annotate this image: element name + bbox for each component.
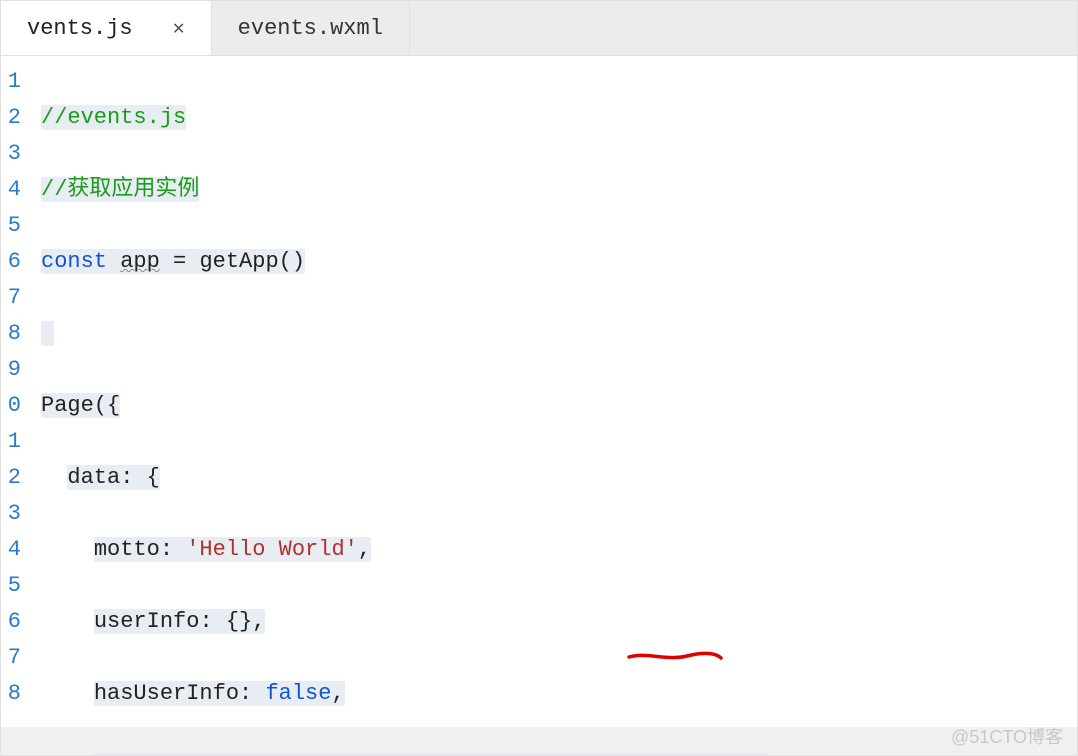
watermark: @51CTO博客	[951, 723, 1063, 749]
line-number: 7	[1, 280, 23, 316]
tab-events-wxml[interactable]: events.wxml	[212, 1, 410, 55]
app-window: vents.js ✕ events.wxml 1 2 3 4 5 6 7 8 9…	[0, 0, 1078, 756]
line-number: 8	[1, 676, 23, 712]
tab-events-js[interactable]: vents.js ✕	[1, 1, 212, 55]
close-icon[interactable]: ✕	[173, 15, 185, 41]
tab-label: events.wxml	[238, 16, 383, 41]
prop-hasuserinfo: hasUserInfo	[94, 681, 239, 706]
code-editor[interactable]: 1 2 3 4 5 6 7 8 9 0 1 2 3 4 5 6 7 8 //ev…	[1, 56, 1077, 727]
line-number-gutter: 1 2 3 4 5 6 7 8 9 0 1 2 3 4 5 6 7 8	[1, 56, 23, 727]
comment: //events.js	[41, 105, 186, 130]
comment: //获取应用实例	[41, 177, 199, 202]
line-number: 5	[1, 568, 23, 604]
code-text: Page({	[41, 393, 120, 418]
line-number: 6	[1, 604, 23, 640]
code-line: const app = getApp()	[41, 244, 1077, 280]
keyword-const: const	[41, 249, 107, 274]
line-number: 1	[1, 424, 23, 460]
code-line	[41, 316, 1077, 352]
line-number: 8	[1, 316, 23, 352]
line-number: 3	[1, 496, 23, 532]
code-line: canIUse: wx.canIUse('button.open-type.ge…	[41, 748, 1077, 756]
prop-motto: motto	[94, 537, 160, 562]
line-number: 0	[1, 388, 23, 424]
annotation-underline-icon	[521, 604, 617, 616]
line-number: 9	[1, 352, 23, 388]
line-number: 4	[1, 172, 23, 208]
line-number: 5	[1, 208, 23, 244]
line-number: 4	[1, 532, 23, 568]
line-number: 7	[1, 640, 23, 676]
code-line: motto: 'Hello World',	[41, 532, 1077, 568]
code-text: =	[160, 249, 200, 274]
code-line: //events.js	[41, 100, 1077, 136]
string-hello-world: 'Hello World'	[186, 537, 358, 562]
line-number: 1	[1, 64, 23, 100]
line-number: 2	[1, 100, 23, 136]
code-line: data: {	[41, 460, 1077, 496]
code-text: getApp()	[199, 249, 305, 274]
line-number: 2	[1, 460, 23, 496]
tab-bar: vents.js ✕ events.wxml	[1, 1, 1077, 56]
code-line: Page({	[41, 388, 1077, 424]
variable-app: app	[120, 249, 160, 274]
prop-data: data	[67, 465, 120, 490]
prop-userinfo: userInfo	[94, 609, 200, 634]
code-line: //获取应用实例	[41, 172, 1077, 208]
code-area[interactable]: //events.js //获取应用实例 const app = getApp(…	[23, 56, 1077, 727]
line-number: 3	[1, 136, 23, 172]
keyword-false: false	[265, 681, 331, 706]
tab-label: vents.js	[27, 16, 133, 41]
line-number: 6	[1, 244, 23, 280]
